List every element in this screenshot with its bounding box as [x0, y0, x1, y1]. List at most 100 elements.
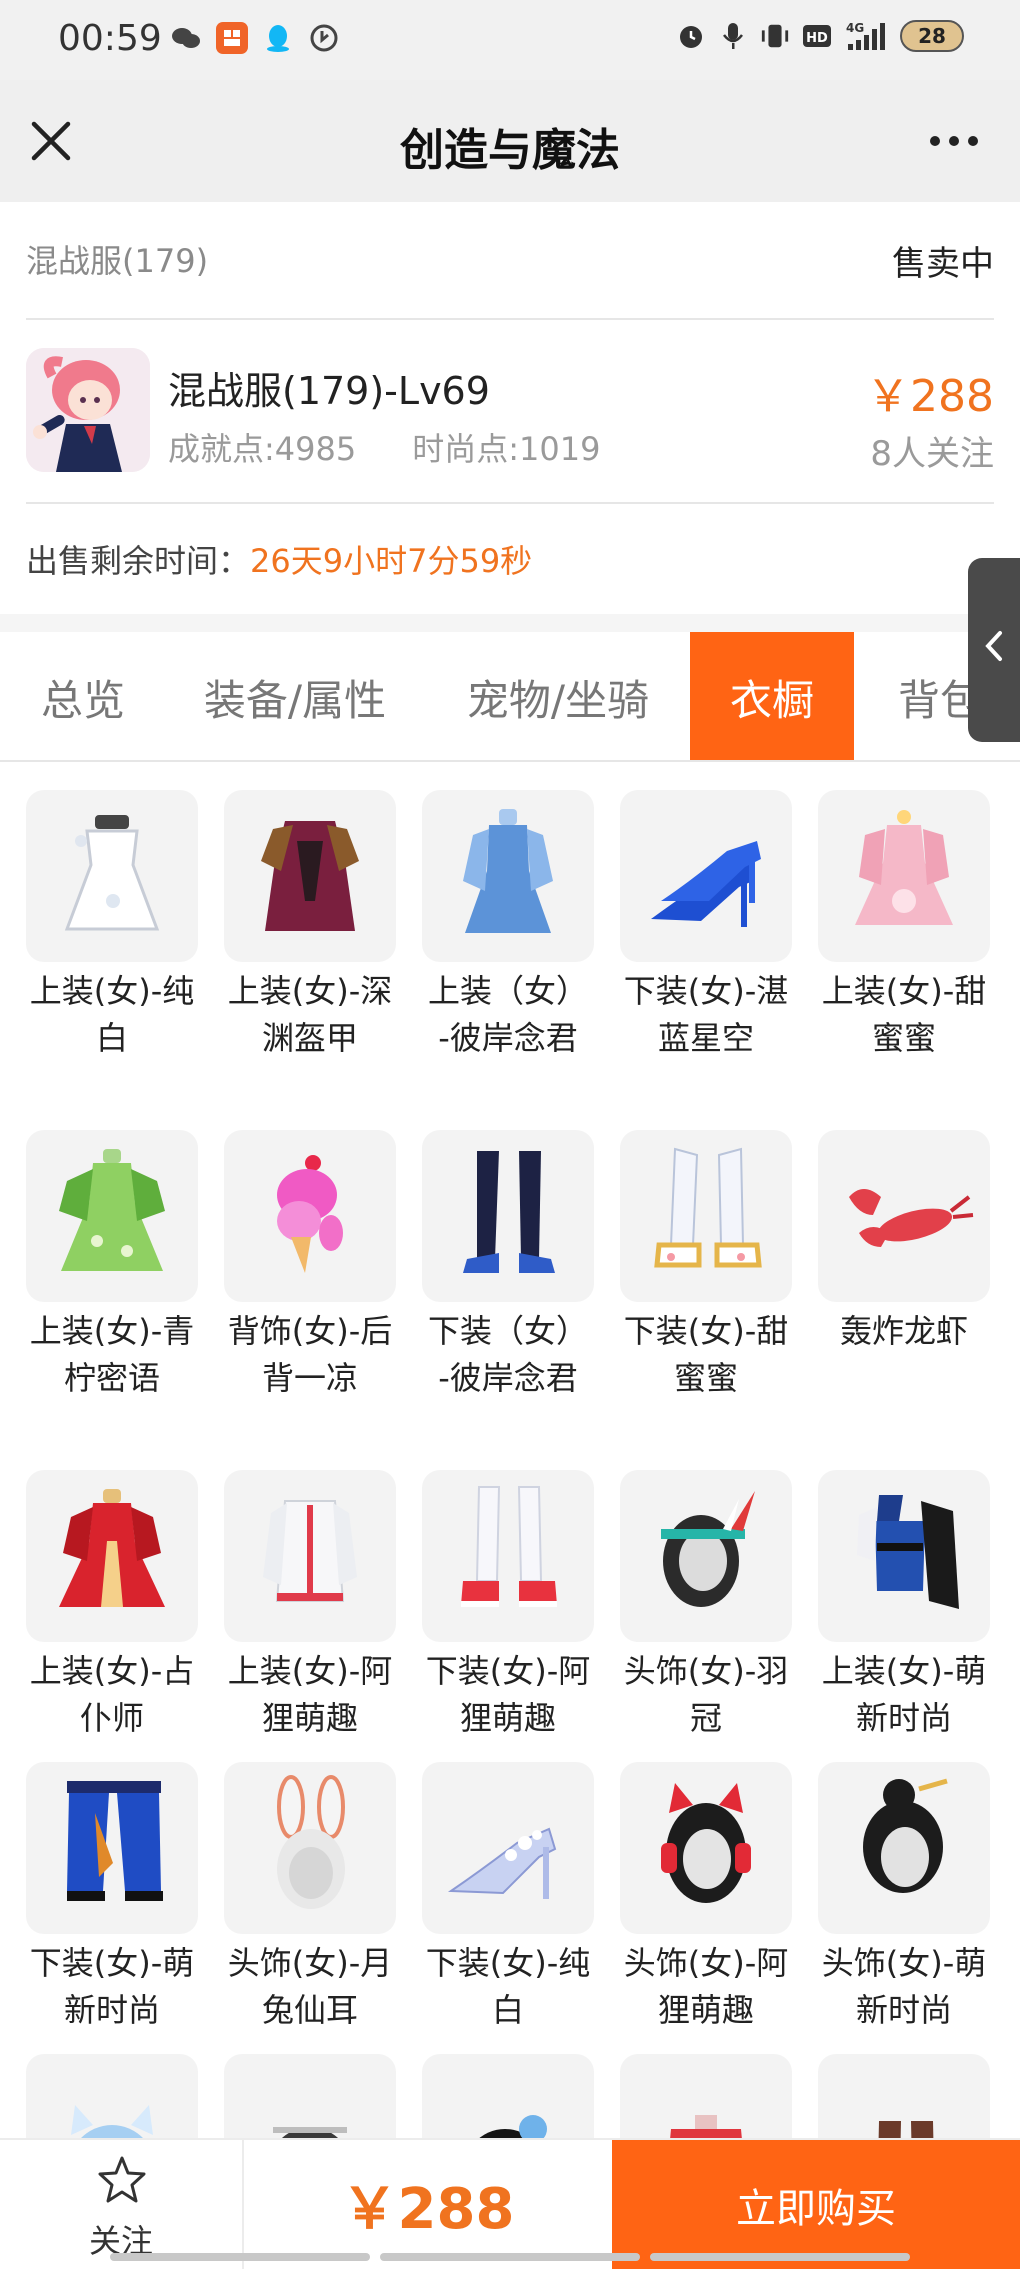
- wardrobe-item[interactable]: 下装(女)-萌新时尚: [26, 1762, 198, 2034]
- blue-heels-icon: [620, 790, 792, 962]
- alarm-icon: [676, 20, 706, 52]
- item-name: 下装（女）-彼岸念君: [427, 1312, 588, 1397]
- abyss-armor-icon: [224, 790, 396, 962]
- wardrobe-item[interactable]: 上装（女）-彼岸念君: [422, 790, 594, 1062]
- wardrobe-item[interactable]: 下装(女)-纯白: [422, 1762, 594, 2034]
- blue-hair-cat-icon: [26, 2054, 198, 2138]
- app-notification-icon: [216, 22, 248, 54]
- buy-now-button[interactable]: 立即购买: [612, 2140, 1020, 2269]
- item-name: 上装(女)-深渊盔甲: [227, 972, 393, 1057]
- star-icon: [96, 2154, 148, 2210]
- wardrobe-item[interactable]: 头饰(女)-月兔仙耳: [224, 1762, 396, 2034]
- vibrate-icon: [760, 20, 790, 52]
- wardrobe-item[interactable]: 下装（女）-彼岸念君: [422, 1130, 594, 1402]
- item-name: 上装(女)-青柠密语: [29, 1312, 195, 1397]
- gesture-bar: [110, 2253, 910, 2261]
- wardrobe-item[interactable]: 下装(女)-甜蜜蜜: [620, 1130, 792, 1402]
- wardrobe-item[interactable]: 下装(女)-湛蓝星空: [620, 790, 792, 1062]
- achievement-points: 成就点:4985: [168, 430, 357, 468]
- item-name: 轰炸龙虾: [839, 1312, 968, 1350]
- item-name: 上装(女)-纯白: [29, 972, 195, 1057]
- blue-dress-icon: [422, 790, 594, 962]
- divider: [0, 614, 1020, 632]
- timer-label: 出售剩余时间：: [26, 542, 251, 580]
- avatar: [26, 348, 150, 472]
- wardrobe-item[interactable]: [224, 2054, 396, 2138]
- item-name: 上装(女)-阿狸萌趣: [227, 1652, 393, 1737]
- character-name: 混战服(179)-Lv69: [168, 369, 490, 413]
- wardrobe-item[interactable]: [818, 2054, 990, 2138]
- tab-equipment[interactable]: 装备/属性: [180, 632, 410, 760]
- wardrobe-item[interactable]: [26, 2054, 198, 2138]
- battery-indicator: 28: [900, 20, 964, 52]
- dark-hair-icon: [224, 2054, 396, 2138]
- qq-icon: [262, 22, 294, 54]
- svg-text:HD: HD: [806, 31, 828, 46]
- character-card[interactable]: 混战服(179)-Lv69 成就点:4985 时尚点:1019 ￥288 8人关…: [26, 320, 994, 504]
- wardrobe-item[interactable]: 下装(女)-阿狸萌趣: [422, 1470, 594, 1742]
- wardrobe-item[interactable]: 头饰(女)-阿狸萌趣: [620, 1762, 792, 2034]
- item-name: 下装(女)-纯白: [425, 1944, 591, 2029]
- followers-count: 8人关注: [870, 434, 994, 474]
- wardrobe-item[interactable]: 头饰(女)-萌新时尚: [818, 1762, 990, 2034]
- ice-cream-icon: [224, 1130, 396, 1302]
- wardrobe-item[interactable]: 上装(女)-萌新时尚: [818, 1470, 990, 1742]
- wardrobe-item[interactable]: 头饰(女)-羽冠: [620, 1470, 792, 1742]
- tab-wardrobe[interactable]: 衣橱: [690, 632, 854, 760]
- item-name: 头饰(女)-萌新时尚: [821, 1944, 987, 2029]
- tab-bar: 总览 装备/属性 宠物/坐骑 衣橱 背包: [0, 632, 1020, 762]
- pink-dress-icon: [818, 790, 990, 962]
- item-name: 上装(女)-占仆师: [29, 1652, 195, 1737]
- wardrobe-item[interactable]: [620, 2054, 792, 2138]
- lobster-icon: [818, 1130, 990, 1302]
- follow-button[interactable]: 关注: [0, 2140, 244, 2269]
- tab-overview[interactable]: 总览: [0, 632, 166, 760]
- timer-value: 26天9小时7分59秒: [250, 542, 533, 580]
- wechat-icon: [170, 22, 202, 54]
- item-name: 上装（女）-彼岸念君: [427, 972, 588, 1057]
- microphone-icon: [718, 20, 748, 52]
- blue-corset-icon: [818, 1470, 990, 1642]
- signal-icon: 4G: [844, 20, 888, 52]
- white-jacket-icon: [224, 1470, 396, 1642]
- server-row: 混战服(179) 售卖中: [26, 202, 994, 320]
- white-boots-icon: [620, 1130, 792, 1302]
- white-dress-icon: [26, 790, 198, 962]
- wardrobe-item[interactable]: 上装(女)-纯白: [26, 790, 198, 1062]
- wardrobe-item[interactable]: 上装(女)-青柠密语: [26, 1130, 198, 1402]
- system-icons: HD 4G 28: [676, 20, 964, 52]
- speed-icon: [308, 22, 340, 54]
- server-name: 混战服(179): [26, 242, 209, 280]
- black-bun-hair-icon: [818, 1762, 990, 1934]
- bottom-action-bar: 关注 ￥288 立即购买: [0, 2138, 1020, 2269]
- item-name: 头饰(女)-羽冠: [623, 1652, 789, 1737]
- wardrobe-item[interactable]: 上装(女)-阿狸萌趣: [224, 1470, 396, 1742]
- wardrobe-item[interactable]: 上装(女)-占仆师: [26, 1470, 198, 1742]
- character-stats: 成就点:4985 时尚点:1019: [168, 424, 600, 470]
- brown-pants-icon: [818, 2054, 990, 2138]
- page-title: 创造与魔法: [400, 125, 620, 176]
- item-name: 上装(女)-甜蜜蜜: [821, 972, 987, 1057]
- dark-stockings-icon: [422, 1130, 594, 1302]
- side-panel-toggle[interactable]: [968, 558, 1020, 742]
- fashion-points: 时尚点:1019: [412, 430, 601, 468]
- black-hair-flower-icon: [422, 2054, 594, 2138]
- bunny-ears-icon: [224, 1762, 396, 1934]
- wardrobe-grid: 上装(女)-纯白 上装(女)-深渊盔甲 上装（女）-彼岸念君 下装(女)-湛蓝星…: [26, 790, 994, 2138]
- wardrobe-item[interactable]: 背饰(女)-后背一凉: [224, 1130, 396, 1402]
- green-dress-icon: [26, 1130, 198, 1302]
- wardrobe-item[interactable]: [422, 2054, 594, 2138]
- status-bar: 00:59 HD 4G 28: [0, 0, 1020, 80]
- more-options-icon[interactable]: [930, 136, 978, 146]
- item-name: 下装(女)-湛蓝星空: [623, 972, 789, 1057]
- svg-text:4G: 4G: [846, 21, 864, 35]
- status-time: 00:59: [58, 18, 162, 59]
- item-name: 下装(女)-甜蜜蜜: [623, 1312, 789, 1397]
- wardrobe-item[interactable]: 上装(女)-深渊盔甲: [224, 790, 396, 1062]
- sale-timer: 出售剩余时间： 26天9小时7分59秒: [26, 504, 532, 614]
- wardrobe-item[interactable]: 轰炸龙虾: [818, 1130, 990, 1355]
- crystal-heels-icon: [422, 1762, 594, 1934]
- item-name: 头饰(女)-月兔仙耳: [227, 1944, 393, 2029]
- wardrobe-item[interactable]: 上装(女)-甜蜜蜜: [818, 790, 990, 1062]
- tab-pets-mounts[interactable]: 宠物/坐骑: [440, 632, 676, 760]
